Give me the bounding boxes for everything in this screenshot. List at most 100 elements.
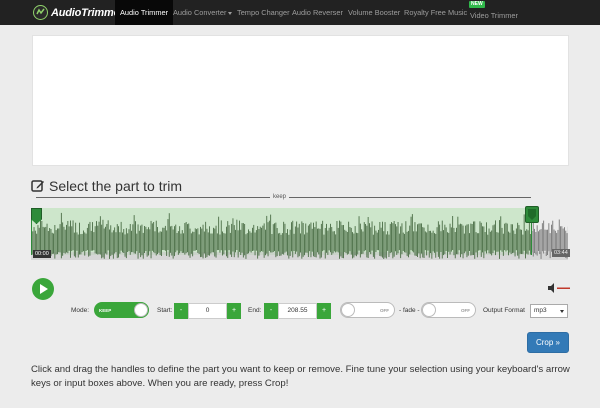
waveform-bar [202, 224, 204, 259]
waveform-bar [512, 224, 513, 254]
waveform-bar [133, 215, 135, 254]
waveform-editor[interactable]: 00:00 03:44 [31, 206, 570, 268]
waveform-bar [171, 225, 173, 256]
brand-logo[interactable]: AudioTrimmer [33, 4, 124, 21]
waveform-bar [116, 224, 118, 259]
crop-button[interactable]: Crop » [527, 332, 569, 353]
nav-item-audio-trimmer[interactable]: Audio Trimmer [115, 0, 174, 25]
mode-toggle[interactable]: KEEP [94, 302, 149, 318]
waveform-bar [404, 233, 405, 253]
waveform-bar [470, 223, 472, 256]
play-button[interactable] [32, 278, 54, 300]
mode-toggle-label: KEEP [99, 308, 112, 313]
waveform-bar [159, 231, 161, 256]
waveform-bar [215, 225, 217, 258]
nav-item-volume-booster[interactable]: Volume Booster [348, 0, 400, 25]
waveform-bar [153, 222, 155, 253]
waveform-bar [198, 234, 200, 254]
nav-item-label: Audio Reverser [292, 8, 343, 17]
waveform-bar [276, 228, 278, 257]
output-format-select[interactable]: mp3 [530, 304, 568, 318]
waveform-bar [70, 220, 71, 258]
waveform-bar [150, 220, 152, 259]
fade-in-toggle[interactable]: OFF [340, 302, 395, 318]
waveform-bar [42, 226, 44, 253]
waveform-bar [363, 222, 365, 252]
waveform-bar [384, 222, 386, 258]
nav-item-royalty-free-music[interactable]: Royalty Free Music [404, 0, 467, 25]
waveform-bar [426, 232, 428, 256]
waveform-bar [526, 229, 528, 254]
waveform-bar [144, 226, 145, 253]
waveform-bar [249, 231, 251, 252]
waveform-bar [397, 222, 399, 254]
end-handle[interactable] [525, 206, 539, 223]
waveform-bar [547, 229, 548, 255]
volume-icon[interactable] [548, 283, 570, 293]
waveform-bar [77, 234, 79, 258]
start-decrement-button[interactable]: - [174, 303, 188, 319]
waveform-bar [495, 220, 496, 256]
waveform-bar [341, 225, 343, 258]
waveform-bar [55, 230, 57, 255]
waveform-bar [176, 233, 178, 251]
waveform-bar [422, 227, 424, 258]
waveform-bar [115, 232, 117, 253]
waveform-bar [348, 221, 350, 254]
waveform-bar [93, 232, 95, 251]
waveform-bar [62, 222, 64, 256]
nav-item-tempo-changer[interactable]: Tempo Changer [237, 0, 290, 25]
end-increment-button[interactable]: + [317, 303, 331, 319]
waveform-bar [313, 222, 314, 257]
waveform-bar [183, 233, 184, 253]
end-input[interactable]: 208.55 [278, 303, 317, 319]
section-title: Select the part to trim [31, 177, 182, 194]
waveform-bar [180, 233, 182, 252]
waveform-bar [106, 224, 108, 255]
waveform-bar [216, 233, 218, 251]
audio-trimmer-logo-icon [33, 5, 48, 20]
waveform-bar [496, 232, 498, 252]
waveform-bar [501, 227, 503, 252]
waveform-bar [94, 226, 96, 254]
start-increment-button[interactable]: + [227, 303, 241, 319]
waveform-bar [219, 234, 221, 253]
waveform-bar [437, 221, 439, 257]
waveform-bar [445, 227, 447, 251]
waveform-bar [85, 233, 87, 251]
waveform-bar [289, 229, 291, 256]
waveform-bar [515, 228, 517, 251]
new-badge: NEW [469, 1, 485, 8]
waveform-bar [181, 230, 183, 253]
fade-out-toggle[interactable]: OFF [421, 302, 476, 318]
waveform-bar [400, 226, 402, 259]
waveform-bar [79, 222, 80, 255]
nav-item-audio-converter[interactable]: Audio Converter [173, 0, 233, 25]
waveform-bar [469, 233, 470, 251]
waveform-bar [155, 220, 157, 256]
waveform-bar [140, 225, 142, 258]
nav-item-audio-reverser[interactable]: Audio Reverser [292, 0, 343, 25]
waveform-bar [551, 224, 552, 252]
waveform-bar [58, 228, 60, 253]
waveform-bar [81, 233, 83, 253]
waveform-bar [228, 225, 230, 251]
end-decrement-button[interactable]: - [264, 303, 278, 319]
waveform-bar [281, 233, 283, 254]
waveform-bar [253, 224, 255, 251]
waveform-bar [220, 220, 222, 251]
waveform-bar [518, 225, 520, 259]
nav-item-label: Royalty Free Music [404, 8, 468, 17]
waveform-bar [543, 220, 545, 254]
waveform-bar [262, 225, 264, 252]
waveform-bar [246, 233, 248, 254]
waveform[interactable] [31, 206, 568, 268]
waveform-bar [280, 234, 282, 256]
waveform-bar [110, 225, 112, 257]
waveform-bar [382, 221, 383, 258]
start-input[interactable]: 0 [188, 303, 227, 319]
waveform-bar [129, 224, 131, 255]
waveform-bar [267, 222, 269, 257]
waveform-bar [240, 229, 242, 255]
waveform-bar [120, 221, 122, 251]
